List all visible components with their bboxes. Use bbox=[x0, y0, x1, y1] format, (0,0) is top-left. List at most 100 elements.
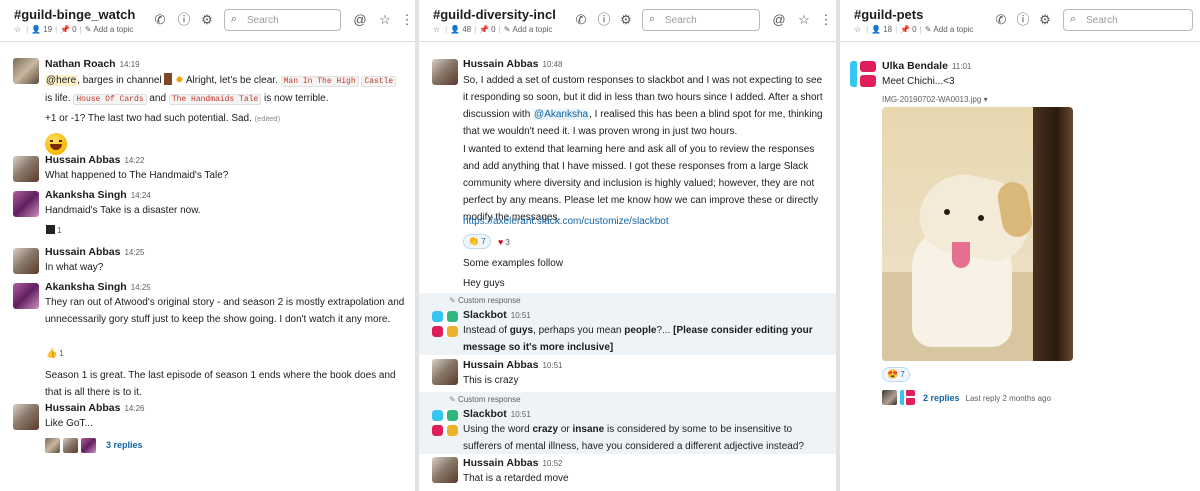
slackbot-customize-link[interactable]: https://axelerant.slack.com/customize/sl… bbox=[463, 213, 669, 230]
message[interactable]: Nathan Roach 14:19 @here, barges in chann… bbox=[0, 53, 415, 158]
timestamp[interactable]: 14:24 bbox=[131, 191, 151, 200]
slackbot-avatar[interactable] bbox=[432, 311, 458, 337]
replies-count[interactable]: 2 replies bbox=[923, 393, 960, 403]
timestamp[interactable]: 10:48 bbox=[542, 60, 562, 69]
avatar[interactable] bbox=[432, 457, 458, 483]
author-name[interactable]: Akanksha Singh bbox=[45, 281, 127, 293]
timestamp[interactable]: 14:25 bbox=[131, 283, 151, 292]
here-mention[interactable]: @here bbox=[45, 75, 78, 86]
avatar[interactable] bbox=[13, 191, 39, 217]
message-author[interactable]: Akanksha Singh 14:25 bbox=[45, 281, 151, 293]
message[interactable]: Hussain Abbas 14:25 In what way? bbox=[0, 245, 415, 279]
message-author[interactable]: Slackbot 10:51 bbox=[463, 408, 531, 420]
star-outline-icon[interactable]: ☆ bbox=[378, 12, 392, 28]
at-icon[interactable]: @ bbox=[353, 12, 367, 28]
avatar[interactable] bbox=[13, 248, 39, 274]
add-topic-link[interactable]: Add a topic bbox=[512, 25, 552, 34]
message-author[interactable]: Hussain Abbas 14:25 bbox=[45, 246, 145, 258]
timestamp[interactable]: 14:26 bbox=[124, 404, 144, 413]
reaction[interactable]: 1 bbox=[45, 223, 62, 238]
message-author[interactable]: Hussain Abbas 14:22 bbox=[45, 154, 145, 166]
info-icon[interactable]: ⓘ bbox=[177, 12, 191, 28]
avatar[interactable] bbox=[432, 59, 458, 85]
timestamp[interactable]: 14:19 bbox=[120, 60, 140, 69]
gear-icon[interactable]: ⚙ bbox=[200, 12, 214, 28]
message[interactable]: Hussain Abbas 14:26 Like GoT... 3 replies bbox=[0, 401, 415, 461]
kebab-icon[interactable]: ⋮ bbox=[400, 12, 414, 28]
gear-icon[interactable]: ⚙ bbox=[619, 12, 633, 28]
message[interactable]: Hussain Abbas 10:52 That is a retarded mo… bbox=[419, 454, 836, 490]
add-topic-link[interactable]: Add a topic bbox=[933, 25, 973, 34]
message-author[interactable]: Akanksha Singh 14:24 bbox=[45, 189, 151, 201]
reaction[interactable]: 👍 1 bbox=[45, 346, 65, 361]
channel-name[interactable]: #guild-diversity-incl bbox=[433, 7, 556, 22]
star-outline-icon[interactable]: ☆ bbox=[797, 12, 811, 28]
message-author[interactable]: Nathan Roach 14:19 bbox=[45, 58, 140, 70]
message[interactable]: Akanksha Singh 14:25 They ran out of Atwo… bbox=[0, 280, 415, 405]
phone-icon[interactable]: ✆ bbox=[574, 12, 588, 28]
author-name[interactable]: Hussain Abbas bbox=[463, 359, 538, 371]
message-author[interactable]: Hussain Abbas 10:48 bbox=[463, 58, 563, 70]
star-icon[interactable]: ☆ bbox=[854, 25, 861, 34]
file-name-text[interactable]: IMG-20190702-WA0013.jpg bbox=[882, 95, 981, 104]
slackbot-avatar[interactable] bbox=[432, 410, 458, 436]
at-icon[interactable]: @ bbox=[772, 12, 786, 28]
thread-replies-link[interactable]: 2 replies Last reply 2 months ago bbox=[923, 393, 1051, 403]
member-count[interactable]: 48 bbox=[462, 25, 471, 34]
author-name[interactable]: Slackbot bbox=[463, 309, 507, 321]
avatar[interactable] bbox=[432, 359, 458, 385]
file-name[interactable]: IMG-20190702-WA0013.jpg ▾ bbox=[882, 95, 988, 104]
gear-icon[interactable]: ⚙ bbox=[1038, 12, 1052, 28]
message[interactable]: Ulka Bendale 11:01 Meet Chichi...<3 IMG-2… bbox=[840, 53, 1200, 413]
timestamp[interactable]: 11:01 bbox=[952, 62, 971, 71]
slackbot-message[interactable]: ✎ Custom response Slackbot 10:51 Instead … bbox=[419, 293, 836, 355]
author-name[interactable]: Hussain Abbas bbox=[45, 154, 120, 166]
user-mention[interactable]: @Akanksha bbox=[533, 109, 590, 120]
author-name[interactable]: Nathan Roach bbox=[45, 58, 116, 70]
reaction[interactable]: 😍 7 bbox=[882, 367, 910, 382]
timestamp[interactable]: 10:51 bbox=[511, 410, 531, 419]
author-name[interactable]: Hussain Abbas bbox=[45, 402, 120, 414]
message-author[interactable]: Ulka Bendale 11:01 bbox=[882, 60, 971, 72]
search-input[interactable]: ⌕ Search bbox=[224, 9, 341, 31]
channel-name[interactable]: #guild-binge_watch bbox=[14, 7, 135, 22]
search-input[interactable]: ⌕ Search bbox=[642, 9, 760, 31]
timestamp[interactable]: 10:51 bbox=[511, 311, 531, 320]
message[interactable]: Hussain Abbas 10:51 This is crazy bbox=[419, 356, 836, 392]
message-author[interactable]: Slackbot 10:51 bbox=[463, 309, 531, 321]
author-name[interactable]: Hussain Abbas bbox=[45, 246, 120, 258]
add-topic-link[interactable]: Add a topic bbox=[93, 25, 133, 34]
timestamp[interactable]: 14:22 bbox=[124, 156, 144, 165]
member-count[interactable]: 19 bbox=[43, 25, 52, 34]
avatar[interactable] bbox=[13, 58, 39, 84]
message-author[interactable]: Hussain Abbas 10:52 bbox=[463, 457, 563, 469]
star-icon[interactable]: ☆ bbox=[433, 25, 440, 34]
message-author[interactable]: Hussain Abbas 14:26 bbox=[45, 402, 145, 414]
avatar[interactable] bbox=[13, 156, 39, 182]
phone-icon[interactable]: ✆ bbox=[153, 12, 167, 28]
slackbot-message[interactable]: ✎ Custom response Slackbot 10:51 Using th… bbox=[419, 392, 836, 454]
pin-count[interactable]: 0 bbox=[72, 25, 76, 34]
star-icon[interactable]: ☆ bbox=[14, 25, 21, 34]
message[interactable]: Hussain Abbas 10:48 So, I added a set of … bbox=[419, 53, 836, 293]
avatar[interactable] bbox=[850, 61, 876, 87]
author-name[interactable]: Akanksha Singh bbox=[45, 189, 127, 201]
avatar[interactable] bbox=[13, 283, 39, 309]
author-name[interactable]: Ulka Bendale bbox=[882, 60, 948, 72]
author-name[interactable]: Slackbot bbox=[463, 408, 507, 420]
author-name[interactable]: Hussain Abbas bbox=[463, 457, 538, 469]
member-count[interactable]: 18 bbox=[883, 25, 892, 34]
info-icon[interactable]: ⓘ bbox=[597, 12, 611, 28]
dog-photo[interactable] bbox=[882, 107, 1073, 361]
message[interactable]: Hussain Abbas 14:22 What happened to The … bbox=[0, 153, 415, 189]
reaction[interactable]: ♥ 3 bbox=[497, 235, 511, 250]
channel-name[interactable]: #guild-pets bbox=[854, 7, 923, 22]
timestamp[interactable]: 14:25 bbox=[124, 248, 144, 257]
message-author[interactable]: Hussain Abbas 10:51 bbox=[463, 359, 563, 371]
phone-icon[interactable]: ✆ bbox=[994, 12, 1008, 28]
kebab-icon[interactable]: ⋮ bbox=[819, 12, 833, 28]
search-input[interactable]: ⌕ Search bbox=[1063, 9, 1193, 31]
caret-down-icon[interactable]: ▾ bbox=[984, 95, 988, 104]
pin-count[interactable]: 0 bbox=[491, 25, 495, 34]
timestamp[interactable]: 10:52 bbox=[542, 459, 562, 468]
